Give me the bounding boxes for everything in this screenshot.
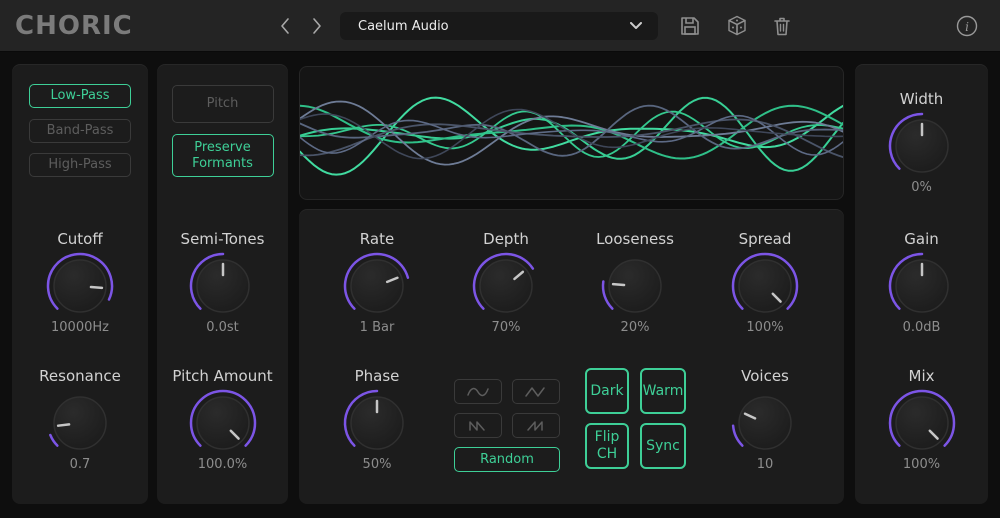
phase-value: 50%: [363, 457, 392, 472]
spread-label: Spread: [739, 229, 792, 249]
waveform-display: [299, 66, 844, 200]
cutoff-knob[interactable]: [41, 247, 119, 325]
depth-knob-group: Depth 70%: [451, 229, 561, 335]
delete-preset-button[interactable]: [770, 14, 794, 38]
trash-icon: [770, 14, 794, 38]
pitch-amount-knob-group: Pitch Amount 100.0%: [168, 366, 278, 472]
randomize-preset-button[interactable]: [725, 14, 749, 38]
depth-knob[interactable]: [467, 247, 545, 325]
width-knob-group: Width 0%: [867, 89, 977, 195]
flip-channels-toggle-button[interactable]: Flip CH: [585, 423, 629, 469]
dark-toggle-button[interactable]: Dark: [585, 368, 629, 414]
pitch-amount-value: 100.0%: [198, 457, 248, 472]
triangle-wave-icon: [524, 385, 548, 399]
width-knob[interactable]: [883, 107, 961, 185]
spread-value: 100%: [746, 320, 783, 335]
mix-knob[interactable]: [883, 384, 961, 462]
phase-label: Phase: [355, 366, 400, 386]
spread-knob-group: Spread 100%: [710, 229, 820, 335]
rate-knob[interactable]: [338, 247, 416, 325]
pitch-amount-knob[interactable]: [184, 384, 262, 462]
saw-down-wave-icon: [466, 419, 490, 433]
lfo-shape-saw-up-button[interactable]: [512, 413, 560, 438]
gain-knob-group: Gain 0.0dB: [867, 229, 977, 335]
saw-up-wave-icon: [524, 419, 548, 433]
voices-value: 10: [757, 457, 774, 472]
output-panel: Width 0% Gain 0.0dB Mix 100%: [855, 64, 988, 504]
svg-text:i: i: [965, 20, 969, 34]
dice-icon: [725, 14, 749, 38]
gain-knob[interactable]: [883, 247, 961, 325]
cutoff-label: Cutoff: [57, 229, 102, 249]
rate-label: Rate: [360, 229, 394, 249]
preserve-formants-button[interactable]: Preserve Formants: [172, 134, 274, 177]
pitch-toggle-button[interactable]: Pitch: [172, 85, 274, 123]
pitch-panel: Pitch Preserve Formants Semi-Tones 0.0st…: [157, 64, 288, 504]
save-icon: [678, 14, 702, 38]
spread-knob[interactable]: [726, 247, 804, 325]
previous-preset-button[interactable]: [274, 14, 298, 38]
preset-dropdown[interactable]: Caelum Audio: [340, 12, 658, 40]
semitones-label: Semi-Tones: [181, 229, 265, 249]
app-logo: CHORIC: [15, 11, 133, 41]
voices-knob[interactable]: [726, 384, 804, 462]
looseness-knob-group: Looseness 20%: [580, 229, 690, 335]
chevron-down-icon: [630, 22, 642, 30]
filter-mode-highpass-button[interactable]: High-Pass: [29, 153, 131, 177]
cutoff-knob-group: Cutoff 10000Hz: [25, 229, 135, 335]
sine-wave-icon: [466, 385, 490, 399]
modulation-panel: Rate 1 Bar Depth 70% Looseness 20% Sprea…: [299, 209, 844, 504]
top-bar: CHORIC Caelum Audio: [0, 0, 1000, 52]
width-label: Width: [900, 89, 944, 109]
resonance-value: 0.7: [70, 457, 91, 472]
semitones-knob-group: Semi-Tones 0.0st: [168, 229, 278, 335]
semitones-knob[interactable]: [184, 247, 262, 325]
resonance-knob[interactable]: [41, 384, 119, 462]
pitch-amount-label: Pitch Amount: [172, 366, 272, 386]
chevron-left-icon: [274, 14, 298, 38]
cutoff-value: 10000Hz: [51, 320, 109, 335]
depth-label: Depth: [483, 229, 529, 249]
save-preset-button[interactable]: [678, 14, 702, 38]
resonance-label: Resonance: [39, 366, 121, 386]
voices-label: Voices: [741, 366, 789, 386]
gain-label: Gain: [904, 229, 939, 249]
filter-panel: Low-Pass Band-Pass High-Pass Cutoff 1000…: [12, 64, 148, 504]
lfo-shape-sine-button[interactable]: [454, 379, 502, 404]
rate-knob-group: Rate 1 Bar: [322, 229, 432, 335]
phase-knob-group: Phase 50%: [322, 366, 432, 472]
lfo-shape-saw-down-button[interactable]: [454, 413, 502, 438]
rate-value: 1 Bar: [360, 320, 395, 335]
semitones-value: 0.0st: [206, 320, 239, 335]
voices-knob-group: Voices 10: [710, 366, 820, 472]
mix-knob-group: Mix 100%: [867, 366, 977, 472]
preset-name: Caelum Audio: [340, 19, 630, 34]
next-preset-button[interactable]: [304, 14, 328, 38]
looseness-value: 20%: [621, 320, 650, 335]
lfo-shape-random-button[interactable]: Random: [454, 447, 560, 472]
warm-toggle-button[interactable]: Warm: [640, 368, 686, 414]
sync-toggle-button[interactable]: Sync: [640, 423, 686, 469]
looseness-label: Looseness: [596, 229, 674, 249]
info-icon: i: [955, 14, 979, 38]
phase-knob[interactable]: [338, 384, 416, 462]
depth-value: 70%: [492, 320, 521, 335]
mix-value: 100%: [903, 457, 940, 472]
choric-plugin-window: CHORIC Caelum Audio: [0, 0, 1000, 518]
resonance-knob-group: Resonance 0.7: [25, 366, 135, 472]
looseness-knob[interactable]: [596, 247, 674, 325]
lfo-shape-triangle-button[interactable]: [512, 379, 560, 404]
filter-mode-bandpass-button[interactable]: Band-Pass: [29, 119, 131, 143]
gain-value: 0.0dB: [903, 320, 941, 335]
waveform-lines: [300, 67, 843, 199]
chevron-right-icon: [304, 14, 328, 38]
width-value: 0%: [911, 180, 932, 195]
mix-label: Mix: [909, 366, 935, 386]
info-button[interactable]: i: [955, 14, 979, 38]
filter-mode-lowpass-button[interactable]: Low-Pass: [29, 84, 131, 108]
